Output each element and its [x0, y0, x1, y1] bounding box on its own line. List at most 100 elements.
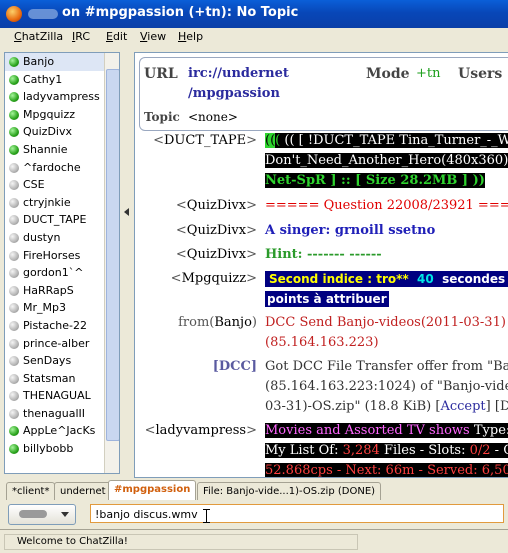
user-nick: Pistache-22: [23, 318, 87, 332]
user-status-icon: [9, 180, 19, 191]
user-list-item[interactable]: Cathy1: [5, 71, 119, 89]
user-list-item[interactable]: HaRRapS: [5, 282, 119, 300]
channel-url-line2[interactable]: /mpgpassion: [188, 86, 280, 101]
user-list[interactable]: Banjo Cathy1 ladyvampress Mpgquizz QuizDivx S…: [4, 52, 120, 474]
user-nick: Banjo: [23, 55, 55, 68]
operator-status-icon: [9, 127, 19, 138]
operator-status-icon: [9, 57, 19, 67]
user-list-item[interactable]: CSE: [5, 176, 119, 194]
menu-chatzilla[interactable]: ChatZilla: [14, 30, 63, 43]
status-text: Welcome to ChatZilla!: [4, 534, 358, 550]
operator-status-icon: [9, 144, 19, 155]
url-label: URL: [144, 66, 178, 82]
user-list-item[interactable]: gordon1`^: [5, 264, 119, 282]
redacted-nickname: [28, 9, 58, 19]
message-text: Don't_Need_Another_Hero(480x360).r: [265, 153, 508, 168]
status-bar: Welcome to ChatZilla!: [0, 529, 508, 553]
pane-splitter[interactable]: [122, 48, 132, 478]
user-nick: Statsman: [23, 371, 76, 385]
user-list-item[interactable]: Shannie: [5, 141, 119, 159]
nickname-button[interactable]: [8, 504, 76, 525]
user-list-item[interactable]: DUCT_TAPE: [5, 211, 119, 229]
title-bar: on #mpgpassion (+tn): No Topic: [0, 0, 508, 28]
user-list-item[interactable]: ^fardoche: [5, 159, 119, 177]
message-input[interactable]: !banjo discus.wmv: [90, 504, 504, 523]
message-text: A singer: grnoill ssetno: [265, 223, 436, 238]
chatzilla-app-icon: [6, 6, 22, 22]
menu-bar: ChatZilla IRC Edit View Help: [0, 28, 508, 46]
user-list-item[interactable]: prince-alber: [5, 335, 119, 353]
user-status-icon: [9, 338, 19, 349]
message-text: ((( (( [ !DUCT_TAPE Tina_Turner_-_W: [265, 133, 508, 148]
user-nick: THENAGUAL: [23, 389, 91, 403]
message-nick[interactable]: <ladyvampress>: [145, 423, 257, 438]
message-text: points à attribuer: [265, 291, 389, 307]
menu-irc[interactable]: IRC: [72, 30, 90, 43]
scrollbar-thumb[interactable]: [106, 69, 119, 441]
user-list-item[interactable]: AppLe^JacKs: [5, 422, 119, 440]
user-status-icon: [9, 320, 19, 331]
user-list-item[interactable]: Banjo: [5, 53, 119, 71]
user-list-item[interactable]: Mpgquizz: [5, 106, 119, 124]
message-text: Movies and Assorted TV shows Type: (: [265, 423, 508, 438]
operator-status-icon: [9, 426, 19, 437]
user-list-item[interactable]: ctryjnkie: [5, 194, 119, 212]
message-nick[interactable]: <QuizDivx>: [176, 223, 257, 238]
channel-header: URL irc://undernet /mpgpassion Mode +tn …: [139, 57, 508, 131]
collapse-arrow-icon[interactable]: [124, 208, 129, 216]
user-status-icon: [9, 232, 19, 243]
topic-value[interactable]: <none>: [188, 110, 238, 124]
message-text: 03-31)-OS.zip" (18.8 KiB) [Accept] [D: [265, 399, 508, 414]
user-list-item[interactable]: QuizDivx: [5, 123, 119, 141]
user-list-scrollbar[interactable]: [104, 53, 119, 473]
operator-status-icon: [9, 444, 19, 455]
redacted-nickname: [19, 510, 47, 518]
user-list-item[interactable]: Statsman: [5, 370, 119, 388]
user-nick: ctryjnkie: [23, 195, 71, 209]
user-status-icon: [9, 356, 19, 367]
chat-output[interactable]: URL irc://undernet /mpgpassion Mode +tn …: [134, 52, 508, 478]
operator-status-icon: [9, 92, 19, 103]
topic-label: Topic: [144, 110, 180, 124]
user-list-item[interactable]: Pistache-22: [5, 317, 119, 335]
mode-value: +tn: [416, 66, 441, 81]
main-area: Banjo Cathy1 ladyvampress Mpgquizz QuizDivx S…: [0, 48, 508, 478]
message-nick: [DCC]: [212, 359, 257, 374]
menu-help[interactable]: Help: [178, 30, 203, 43]
operator-status-icon: [9, 74, 19, 85]
user-status-icon: [9, 285, 19, 296]
user-nick: Cathy1: [23, 72, 63, 86]
message-nick[interactable]: <DUCT_TAPE>: [153, 133, 257, 148]
accept-link[interactable]: Accept: [440, 399, 485, 414]
user-nick: ladyvampress: [23, 90, 100, 104]
message-nick[interactable]: from(Banjo): [178, 315, 257, 330]
user-list-item[interactable]: SenDays: [5, 352, 119, 370]
user-nick: Shannie: [23, 142, 68, 156]
user-list-item[interactable]: dustyn: [5, 229, 119, 247]
tab-undernet[interactable]: undernet: [54, 482, 112, 500]
user-nick: thenagualII: [23, 406, 86, 420]
message-nick[interactable]: <QuizDivx>: [176, 247, 257, 262]
message-text: 52.868cps - Next: 66m - Served: 6,503: [265, 463, 508, 477]
user-nick: billybobb: [23, 442, 74, 456]
user-list-item[interactable]: thenagualII: [5, 405, 119, 423]
channel-url-line1[interactable]: irc://undernet: [188, 66, 289, 81]
tab-file-transfer[interactable]: File: Banjo-vide...1)-OS.zip (DONE): [197, 482, 382, 500]
message-nick[interactable]: <Mpgquizz>: [171, 271, 257, 286]
menu-edit[interactable]: Edit: [106, 30, 127, 43]
user-list-item[interactable]: ladyvampress: [5, 88, 119, 106]
user-list-item[interactable]: THENAGUAL: [5, 387, 119, 405]
tab-client[interactable]: *client*: [6, 482, 56, 500]
user-list-item[interactable]: FireHorses: [5, 247, 119, 265]
user-nick: prince-alber: [23, 336, 90, 350]
message-text: Got DCC File Transfer offer from "Banj: [265, 359, 508, 374]
message-nick[interactable]: <QuizDivx>: [176, 198, 257, 213]
message-text: DCC Send Banjo-videos(2011-03-31): [265, 315, 506, 330]
user-list-item[interactable]: Mr_Mp3: [5, 299, 119, 317]
menu-view[interactable]: View: [140, 30, 166, 43]
tab-mpgpassion[interactable]: #mpgpassion: [108, 480, 197, 500]
chevron-down-icon: [61, 512, 69, 517]
user-status-icon: [9, 391, 19, 402]
view-tabs: *client* undernet #mpgpassion File: Banj…: [0, 480, 508, 500]
user-list-item[interactable]: billybobb: [5, 440, 119, 458]
